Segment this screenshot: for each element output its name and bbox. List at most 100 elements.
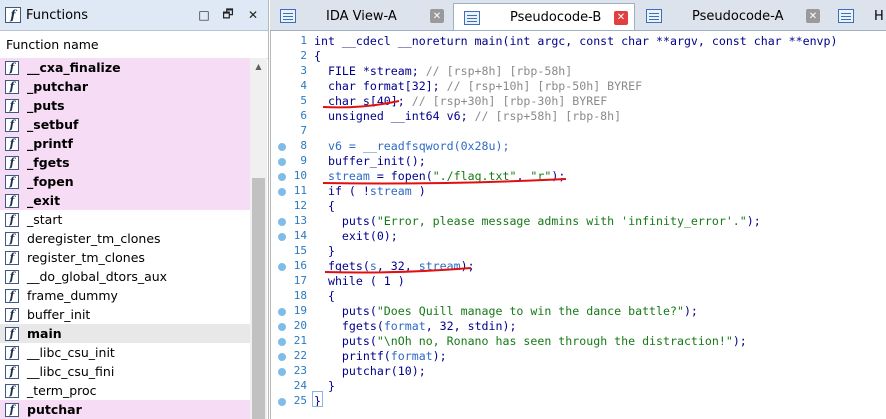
breakpoint-dot-icon[interactable] [278,368,286,376]
breakpoint-dot-icon[interactable] [278,143,286,151]
function-item[interactable]: f _putchar [0,77,250,96]
breakpoint-dot-icon[interactable] [278,173,286,181]
breakpoint-dot-icon[interactable] [278,338,286,346]
code-line[interactable]: 24 } [271,379,846,394]
code-line[interactable]: 16 fgets(s, 32, stream); [271,259,846,274]
breakpoint-dot-icon[interactable] [278,218,286,226]
function-item[interactable]: f _setbuf [0,115,250,134]
function-item[interactable]: f _fopen [0,172,250,191]
breakpoint-dot-icon[interactable] [278,188,286,196]
function-item[interactable]: f main [0,324,250,343]
pseudocode-view[interactable]: 1 int __cdecl __noreturn main(int argc, c… [270,31,886,419]
code-line[interactable]: 25} [271,394,846,409]
code-text: puts("Error, please message admins with … [314,214,761,229]
function-icon: f [5,79,19,94]
function-item[interactable]: f _term_proc [0,381,250,400]
code-line[interactable]: 11 if ( !stream ) [271,184,846,199]
code-token: // [rsp+30h] [rbp-30h] BYREF [411,94,608,108]
breakpoint-dot-icon[interactable] [278,308,286,316]
scroll-up-arrow-icon[interactable]: ▲ [250,58,267,75]
code-line[interactable]: 6 unsigned __int64 v6; // [rsp+58h] [rbp… [271,109,846,124]
function-list-scrollbar[interactable]: ▲ [250,58,267,419]
close-icon[interactable]: ✕ [614,10,628,25]
function-item[interactable]: f buffer_init [0,305,250,324]
code-line[interactable]: 8 v6 = __readfsqword(0x28u); [271,139,846,154]
breakpoint-dot-icon[interactable] [278,263,286,271]
breakpoint-dot-icon[interactable] [278,353,286,361]
code-line[interactable]: 13 puts("Error, please message admins wi… [271,214,846,229]
code-text: stream = fopen("./flag.txt", "r"); [314,169,565,184]
breakpoint-dot-icon[interactable] [278,323,286,331]
code-line[interactable]: 3 FILE *stream; // [rsp+8h] [rbp-58h] [271,64,846,79]
function-item[interactable]: f register_tm_clones [0,248,250,267]
function-item[interactable]: f deregister_tm_clones [0,229,250,248]
code-line[interactable]: 9 buffer_init(); [271,154,846,169]
close-icon[interactable]: ✕ [806,9,820,23]
tab-pseudocode-a[interactable]: Pseudocode-A ✕ [636,3,826,29]
code-line[interactable]: 12 { [271,199,846,214]
code-line[interactable]: 22 printf(format); [271,349,846,364]
code-token: , 32, stdin); [425,319,517,333]
function-item[interactable]: f __do_global_dtors_aux [0,267,250,286]
code-token: ) [411,184,426,198]
code-token: FILE *stream; [314,64,426,78]
code-token: ); [551,169,566,183]
code-line[interactable]: 18 { [271,289,846,304]
code-line[interactable]: 10 stream = fopen("./flag.txt", "r"); [271,169,846,184]
code-line[interactable]: 7 [271,124,846,139]
tab-ida-view-a[interactable]: IDA View-A ✕ [270,3,450,29]
function-name: __libc_csu_fini [27,364,115,379]
code-text: { [314,49,321,64]
function-item[interactable]: f _puts [0,96,250,115]
code-text: while ( 1 ) [314,274,405,289]
code-line[interactable]: 20 fgets(format, 32, stdin); [271,319,846,334]
function-icon: f [5,288,19,303]
tab-label: Pseudocode-A [692,8,784,24]
scrollbar-thumb[interactable] [252,178,265,419]
tab-label: IDA View-A [326,8,397,24]
function-item[interactable]: f _fgets [0,153,250,172]
function-name: main [27,326,62,341]
breakpoint-dot-icon[interactable] [278,398,286,406]
code-token: = fopen( [369,169,433,183]
line-number: 25 [293,394,307,407]
function-item[interactable]: f _start [0,210,250,229]
function-item[interactable]: f __cxa_finalize [0,58,250,77]
code-line[interactable]: 23 putchar(10); [271,364,846,379]
function-icon: f [5,212,19,227]
line-number: 4 [300,79,307,92]
function-item[interactable]: f __libc_csu_init [0,343,250,362]
code-token: fgets( [314,319,384,333]
breakpoint-dot-icon[interactable] [278,233,286,241]
line-number: 23 [293,364,307,377]
code-line[interactable]: 14 exit(0); [271,229,846,244]
function-name: __cxa_finalize [27,60,121,75]
code-line[interactable]: 17 while ( 1 ) [271,274,846,289]
code-line[interactable]: 1 int __cdecl __noreturn main(int argc, c… [271,34,846,49]
code-line[interactable]: 15 } [271,244,846,259]
line-number: 16 [293,259,307,272]
code-line[interactable]: 4 char format[32]; // [rsp+10h] [rbp-50h… [271,79,846,94]
close-icon[interactable]: ✕ [430,9,444,23]
brace-match-highlight [312,391,323,407]
float-window-button[interactable]: 🗗 [220,7,236,23]
code-line[interactable]: 19 puts("Does Quill manage to win the da… [271,304,846,319]
column-header-function-name[interactable]: Function name [0,31,268,59]
function-item[interactable]: f frame_dummy [0,286,250,305]
function-item[interactable]: f putchar [0,400,250,419]
function-icon: f [5,155,19,170]
breakpoint-dot-icon[interactable] [278,158,286,166]
tab-hex-view[interactable]: H [828,3,886,29]
function-icon: f [5,250,19,265]
function-item[interactable]: f __libc_csu_fini [0,362,250,381]
code-line[interactable]: 5 char s[40]; // [rsp+30h] [rbp-30h] BYR… [271,94,846,109]
tab-pseudocode-b[interactable]: Pseudocode-B ✕ [453,3,635,30]
code-line[interactable]: 21 puts("\nOh no, Ronano has seen throug… [271,334,846,349]
code-token: { [314,49,321,63]
function-item[interactable]: f _printf [0,134,250,153]
code-line[interactable]: 2{ [271,49,846,64]
maximize-button[interactable]: □ [196,7,212,23]
function-item[interactable]: f _exit [0,191,250,210]
close-panel-button[interactable]: ✕ [245,7,261,23]
line-number: 13 [293,214,307,227]
